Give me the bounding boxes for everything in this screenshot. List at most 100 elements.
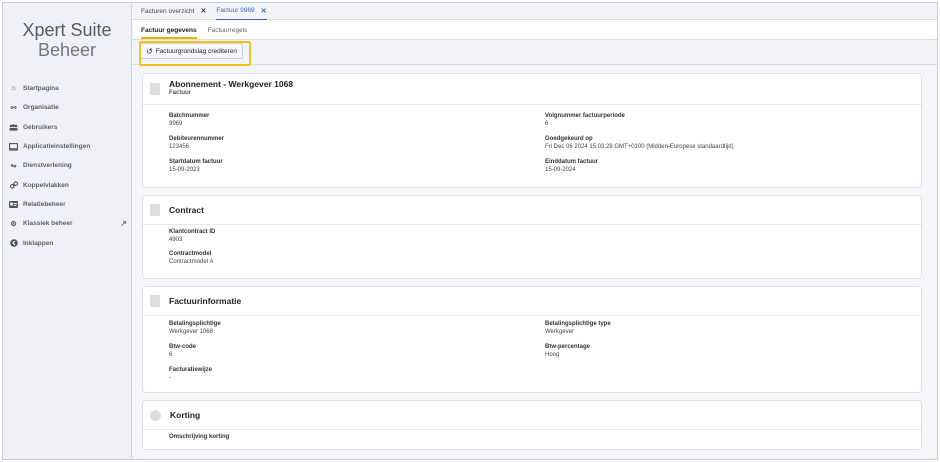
field-btw-percentage: Btw-percentage Hoog — [545, 344, 590, 359]
document-icon — [150, 204, 160, 216]
sidebar-nav: ⌂ Startpagina ⚯ Organisatie Gebruikers A… — [9, 79, 127, 253]
users-icon — [9, 123, 18, 132]
field-einddatum: Einddatum factuur 15-09-2024 — [545, 159, 598, 174]
document-icon — [150, 83, 160, 95]
sidebar-item-organisatie[interactable]: ⚯ Organisatie — [9, 98, 127, 117]
field-label: Volgnummer factuurperiode — [545, 113, 625, 119]
sidebar: Xpert Suite Beheer ⌂ Startpagina ⚯ Organ… — [3, 3, 132, 459]
sidebar-item-label: Koppelvlakken — [23, 181, 69, 189]
field-batchnummer: Batchnummer 9969 — [169, 113, 209, 128]
sub-tabs: Factuur gegevens Factuurregels — [133, 20, 937, 40]
tab-facturen-overzicht[interactable]: Facturen overzicht ✕ — [141, 3, 206, 20]
close-icon[interactable]: ✕ — [261, 7, 267, 15]
collapse-icon — [9, 239, 18, 248]
field-debiteurennummer: Debiteurennummer 123456 — [169, 136, 224, 151]
field-value: 9969 — [169, 120, 183, 127]
link-icon — [9, 181, 18, 190]
sidebar-item-label: Gebruikers — [23, 123, 58, 131]
sidebar-item-inklappen[interactable]: Inklappen — [9, 233, 127, 252]
sidebar-item-label: Relatiebeheer — [23, 200, 66, 208]
card-factuurinformatie: Factuurinformatie Betalingsplichtige Wer… — [142, 286, 922, 393]
document-tabs: Facturen overzicht ✕ Factuur 9969 ✕ — [133, 3, 937, 20]
field-value: Fri Dec 06 2024 15:03:28 GMT+0100 (Midde… — [545, 143, 734, 150]
field-label: Batchnummer — [169, 113, 210, 119]
field-value: Werkgever — [545, 328, 574, 335]
card-header: Contract — [143, 196, 921, 225]
card-title: Abonnement - Werkgever 1068 — [169, 79, 294, 89]
field-klantcontract-id: Klantcontract ID 4903 — [169, 229, 215, 244]
field-label: Btw-code — [169, 344, 196, 350]
field-value: 123456 — [169, 143, 190, 150]
field-value: - — [169, 374, 171, 381]
brand-logo: Xpert Suite Beheer — [3, 20, 131, 60]
sidebar-item-dienstverlening[interactable]: ⇋ Dienstverlening — [9, 156, 127, 175]
field-value: Hoog — [545, 351, 560, 358]
home-icon: ⌂ — [11, 85, 16, 93]
toolbar: ↺ Factuurgrondslag crediteren — [133, 40, 937, 65]
handshake-icon: ⇋ — [10, 162, 17, 170]
card-header: Factuurinformatie — [143, 287, 921, 316]
field-label: Startdatum factuur — [169, 159, 223, 165]
content-area: Abonnement - Werkgever 1068 Factuur Batc… — [133, 66, 937, 450]
field-label: Omschrijving korting — [169, 434, 230, 440]
tab-factuur-gegevens[interactable]: Factuur gegevens — [141, 27, 197, 39]
field-label: Einddatum factuur — [545, 159, 599, 165]
card-abonnement: Abonnement - Werkgever 1068 Factuur Batc… — [142, 73, 922, 188]
sidebar-item-label: Klassiek beheer — [23, 220, 73, 228]
highlight-box — [139, 41, 251, 66]
field-label: Btw-percentage — [545, 344, 591, 350]
monitor-icon — [9, 142, 18, 151]
field-betalingsplichtige-type: Betalingsplichtige type Werkgever — [545, 321, 611, 336]
field-goedgekeurd-op: Goedgekeurd op Fri Dec 06 2024 15:03:28 … — [545, 136, 734, 151]
sidebar-item-gebruikers[interactable]: Gebruikers — [9, 118, 127, 137]
field-label: Facturatiewijze — [169, 367, 213, 373]
field-facturatiewijze: Facturatiewijze - — [169, 367, 212, 382]
card-header: Abonnement - Werkgever 1068 Factuur — [143, 74, 921, 105]
card-korting: Korting Omschrijving korting — [142, 400, 922, 450]
field-value: Contractmodel A — [169, 258, 214, 265]
gear-icon: ⚙ — [10, 220, 17, 228]
field-startdatum: Startdatum factuur 15-09-2023 — [169, 159, 223, 174]
sidebar-item-label: Organisatie — [23, 104, 59, 112]
sidebar-item-label: Applicatieinstellingen — [23, 143, 91, 151]
field-label: Betalingsplichtige — [169, 321, 221, 327]
external-link-icon[interactable]: ↗ — [120, 219, 127, 228]
tab-label: Facturen overzicht — [141, 7, 195, 15]
field-value: 15-09-2024 — [545, 166, 576, 173]
sidebar-item-koppelvlakken[interactable]: Koppelvlakken — [9, 175, 127, 194]
card-title: Contract — [169, 204, 204, 215]
field-label: Contractmodel — [169, 251, 212, 257]
card-title: Factuurinformatie — [169, 295, 242, 306]
brand-line-2: Beheer — [37, 40, 97, 60]
field-btw-code: Btw-code 6 — [169, 344, 196, 359]
field-label: Goedgekeurd op — [545, 136, 593, 142]
card-header: Korting — [143, 401, 921, 430]
sidebar-item-label: Startpagina — [23, 85, 59, 93]
sidebar-item-applicatieinstellingen[interactable]: Applicatieinstellingen — [9, 137, 127, 156]
main-panel: Facturen overzicht ✕ Factuur 9969 ✕ Fact… — [133, 3, 937, 459]
tab-factuurregels[interactable]: Factuurregels — [208, 27, 248, 39]
field-label: Klantcontract ID — [169, 229, 216, 235]
card-contract: Contract Klantcontract ID 4903 Contractm… — [142, 195, 922, 279]
sidebar-item-label: Dienstverlening — [23, 162, 72, 170]
field-contractmodel: Contractmodel Contractmodel A — [169, 251, 213, 266]
info-document-icon — [150, 295, 160, 307]
field-value: 4903 — [169, 236, 183, 243]
idcard-icon — [9, 200, 18, 209]
field-value: 15-09-2023 — [169, 166, 200, 173]
app-window: Xpert Suite Beheer ⌂ Startpagina ⚯ Organ… — [2, 2, 938, 460]
field-label: Debiteurennummer — [169, 136, 225, 142]
card-subtitle: Factuur — [169, 90, 192, 96]
sidebar-item-label: Inklappen — [23, 239, 54, 247]
field-omschrijving-korting: Omschrijving korting — [169, 434, 229, 442]
sidebar-item-startpagina[interactable]: ⌂ Startpagina — [9, 79, 127, 98]
brand-line-1: Xpert Suite — [22, 20, 112, 40]
tab-factuur-9969[interactable]: Factuur 9969 ✕ — [216, 3, 267, 20]
field-value: 6 — [169, 351, 173, 358]
card-title: Korting — [170, 409, 201, 420]
field-betalingsplichtige: Betalingsplichtige Werkgever 1068 — [169, 321, 221, 336]
close-icon[interactable]: ✕ — [200, 7, 206, 15]
sidebar-item-relatiebeheer[interactable]: Relatiebeheer — [9, 195, 127, 214]
field-value: 6 — [545, 120, 549, 127]
sidebar-item-klassiek-beheer[interactable]: ⚙ Klassiek beheer ↗ — [9, 214, 127, 233]
